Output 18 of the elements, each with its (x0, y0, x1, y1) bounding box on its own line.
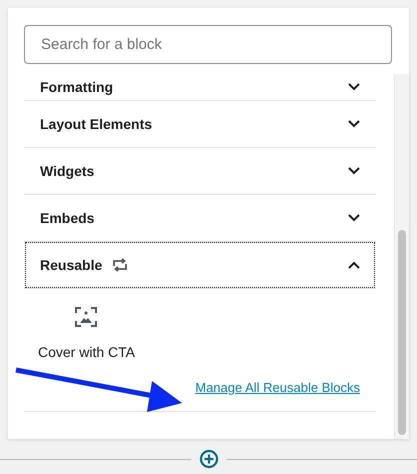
category-header[interactable]: Reusable (25, 242, 375, 288)
image-block-icon (75, 307, 98, 327)
chevron-up-icon (348, 261, 360, 269)
category-header[interactable]: Layout Elements (25, 101, 375, 147)
chevron-down-icon (348, 83, 360, 91)
category-header[interactable]: Formatting (25, 74, 375, 100)
chevron-down-icon (348, 214, 360, 222)
search-field[interactable]: Search for a block (24, 25, 392, 64)
repeat-icon (112, 258, 128, 272)
block-item[interactable]: Cover with CTA (38, 307, 135, 360)
chevron-down-icon (348, 167, 360, 175)
category-header[interactable]: Widgets (25, 148, 375, 194)
scrollbar[interactable] (394, 74, 409, 439)
scrollbar-thumb[interactable] (398, 230, 406, 435)
add-block-icon[interactable] (198, 449, 218, 469)
chevron-down-icon (348, 120, 360, 128)
manage-reusable-blocks-link[interactable]: Manage All Reusable Blocks (195, 380, 360, 395)
category-header[interactable]: Embeds (25, 195, 375, 241)
